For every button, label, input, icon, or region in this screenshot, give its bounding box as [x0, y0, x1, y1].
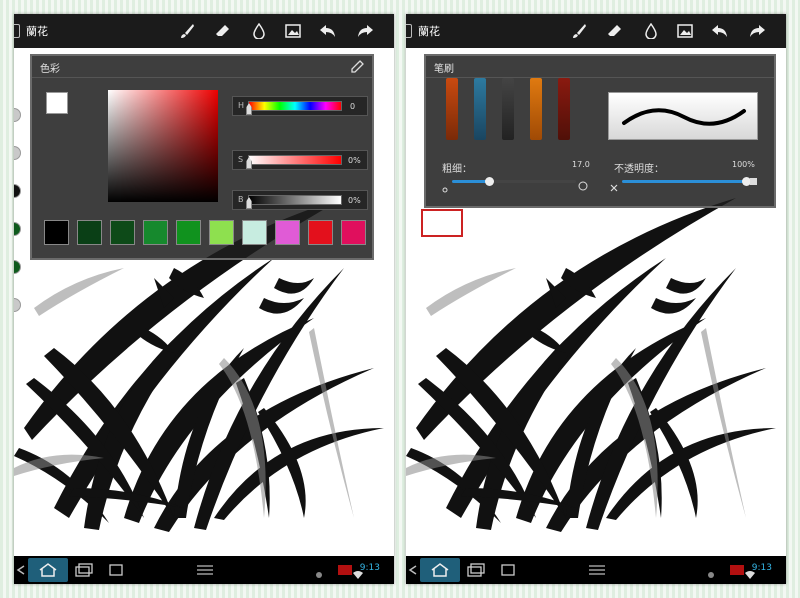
hue-slider[interactable] — [248, 101, 342, 111]
opacity-label: 不透明度： — [614, 164, 664, 175]
redo-icon[interactable] — [746, 20, 768, 42]
color-swatch[interactable] — [341, 220, 366, 245]
notification-icon — [314, 565, 324, 584]
screen-color-panel: 蘭花 色彩 H 0 S 0% B 0% 9:13 — [14, 14, 394, 584]
ink-drop-icon[interactable] — [248, 20, 270, 42]
color-swatch[interactable] — [209, 220, 234, 245]
back-icon[interactable] — [406, 560, 420, 580]
saturation-value: 0% — [348, 156, 361, 165]
menu-icon[interactable] — [194, 560, 216, 580]
screenshot-icon[interactable] — [106, 560, 126, 580]
color-panel: 色彩 H 0 S 0% B 0% — [30, 54, 374, 260]
size-slider-fill — [452, 180, 490, 183]
hue-label: H — [238, 101, 245, 110]
panel-title: 笔刷 — [434, 64, 454, 75]
saturation-slider[interactable] — [248, 155, 342, 165]
recent-apps-icon[interactable] — [464, 560, 488, 580]
stroke-preview — [608, 92, 758, 140]
color-swatch[interactable] — [176, 220, 201, 245]
recent-apps-icon[interactable] — [72, 560, 96, 580]
current-color-swatch[interactable] — [46, 92, 68, 114]
brush-type-chisel-pen-icon[interactable] — [446, 78, 458, 140]
app-notification-icon — [730, 565, 744, 575]
eyedropper-icon[interactable] — [350, 59, 364, 78]
opacity-slider-fill — [622, 180, 746, 183]
image-icon[interactable] — [282, 20, 304, 42]
size-slider-knob[interactable] — [485, 177, 495, 186]
home-icon[interactable] — [428, 560, 452, 580]
menu-icon[interactable] — [586, 560, 608, 580]
opacity-value: 100% — [732, 160, 755, 169]
brush-panel: 笔刷 粗细： 17.0 不透明度： 100% — [424, 54, 776, 208]
image-icon[interactable] — [674, 20, 696, 42]
color-swatch[interactable] — [143, 220, 168, 245]
top-toolbar: 蘭花 — [406, 14, 786, 48]
eraser-icon[interactable] — [212, 20, 234, 42]
edge-tab[interactable] — [14, 298, 21, 312]
brush-icon[interactable] — [568, 20, 590, 42]
color-swatch[interactable] — [275, 220, 300, 245]
edge-tab[interactable] — [14, 222, 21, 236]
document-title: 蘭花 — [26, 25, 48, 38]
system-nav-bar: 9:13 — [14, 556, 394, 584]
hue-value: 0 — [350, 102, 356, 111]
status-clock: 9:13 — [751, 563, 772, 573]
size-max-icon — [578, 176, 588, 195]
undo-icon[interactable] — [317, 20, 339, 42]
saturation-label: S — [238, 155, 244, 164]
brush-icon[interactable] — [176, 20, 198, 42]
color-swatch[interactable] — [308, 220, 333, 245]
document-title: 蘭花 — [418, 25, 440, 38]
screen-brush-panel: 蘭花 笔刷 粗细： 17.0 不透明度： 100% 9:13 — [406, 14, 786, 584]
menu-handle-icon[interactable] — [14, 24, 20, 38]
edge-tab[interactable] — [14, 108, 21, 122]
app-notification-icon — [338, 565, 352, 575]
brush-type-pencil-icon[interactable] — [502, 78, 514, 140]
color-swatch[interactable] — [110, 220, 135, 245]
opacity-slider[interactable] — [622, 177, 751, 186]
undo-icon[interactable] — [709, 20, 731, 42]
redo-icon[interactable] — [354, 20, 376, 42]
size-label: 粗细： — [442, 164, 472, 175]
ink-drop-icon[interactable] — [640, 20, 662, 42]
opacity-min-icon — [610, 177, 618, 196]
color-swatch[interactable] — [44, 220, 69, 245]
home-icon[interactable] — [36, 560, 60, 580]
edge-tab[interactable] — [14, 260, 21, 274]
color-swatch[interactable] — [77, 220, 102, 245]
left-edge-tabs — [14, 108, 21, 336]
top-toolbar: 蘭花 — [14, 14, 394, 48]
size-value: 17.0 — [572, 160, 590, 169]
brightness-slider[interactable] — [248, 195, 342, 205]
opacity-max-icon — [750, 178, 757, 185]
eraser-icon[interactable] — [604, 20, 626, 42]
edge-tab[interactable] — [14, 184, 21, 198]
screenshot-icon[interactable] — [498, 560, 518, 580]
brush-type-marker-icon[interactable] — [558, 78, 570, 140]
back-icon[interactable] — [14, 560, 28, 580]
size-min-icon — [442, 178, 448, 197]
notification-icon — [706, 565, 716, 584]
color-swatch[interactable] — [242, 220, 267, 245]
brush-type-paintbrush-icon[interactable] — [530, 78, 542, 140]
system-nav-bar: 9:13 — [406, 556, 786, 584]
status-clock: 9:13 — [359, 563, 380, 573]
edge-tab[interactable] — [14, 146, 21, 160]
brush-type-pen-icon[interactable] — [474, 78, 486, 140]
menu-handle-icon[interactable] — [406, 24, 412, 38]
saturation-brightness-picker[interactable] — [108, 90, 218, 202]
brightness-label: B — [238, 195, 244, 204]
panel-divider — [32, 77, 372, 78]
panel-title: 色彩 — [40, 64, 60, 75]
red-seal-stamp — [421, 209, 463, 237]
brightness-value: 0% — [348, 196, 361, 205]
size-slider[interactable] — [452, 177, 576, 186]
